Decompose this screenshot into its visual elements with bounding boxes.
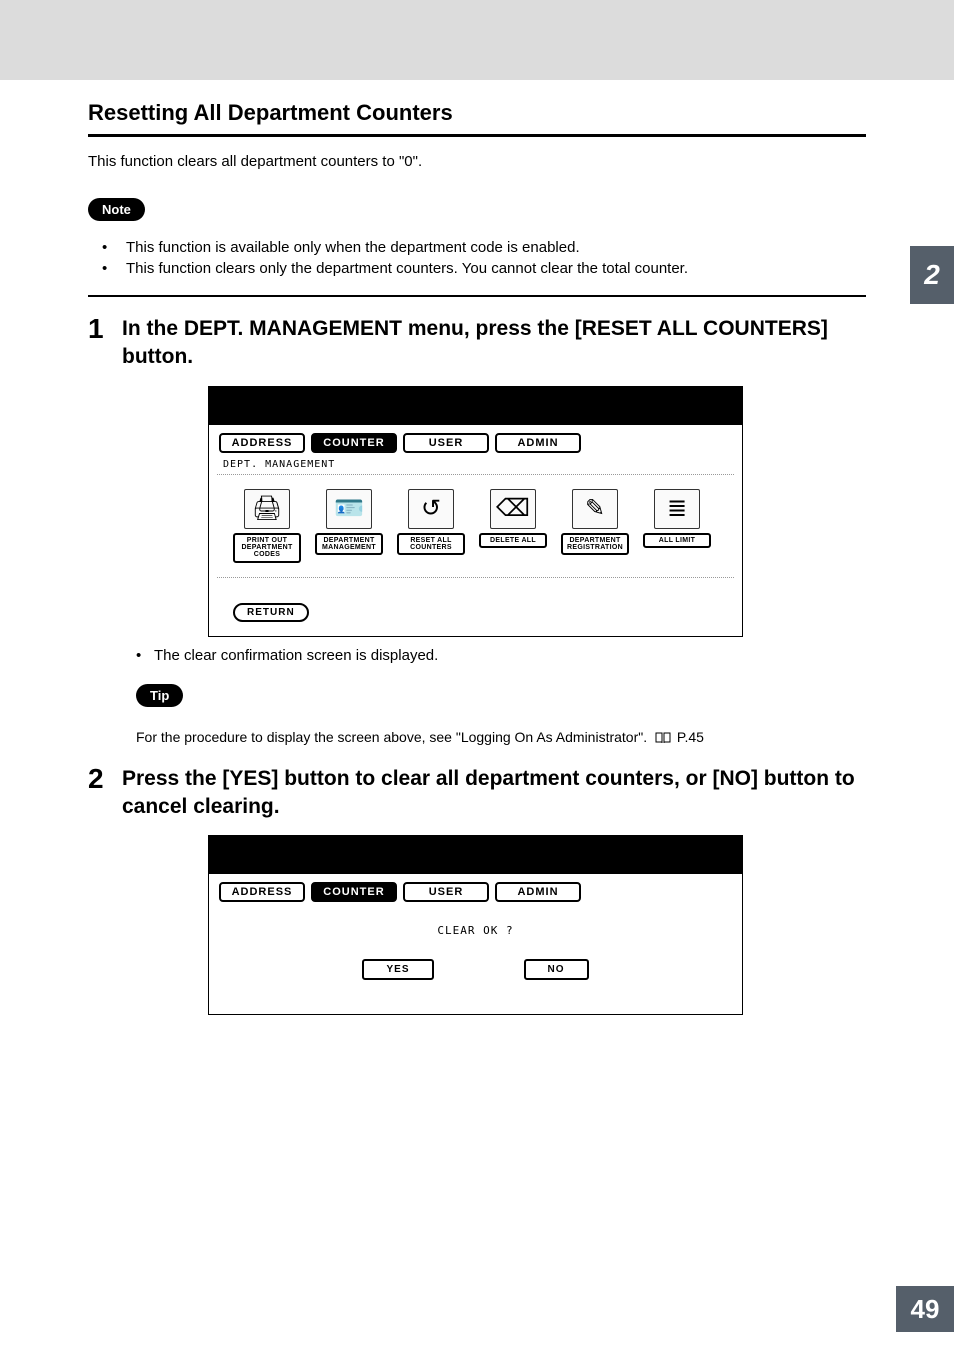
intro-text: This function clears all department coun… (88, 153, 866, 170)
page-number: 49 (896, 1286, 954, 1332)
dept-management-panel: ADDRESS COUNTER USER ADMIN DEPT. MANAGEM… (208, 386, 743, 637)
step-number: 1 (88, 315, 108, 372)
no-button[interactable]: NO (524, 959, 589, 980)
chapter-tab: 2 (910, 246, 954, 304)
icon-caption: RESET ALL COUNTERS (397, 533, 465, 556)
tip-badge: Tip (136, 684, 183, 707)
icon-caption: DELETE ALL (479, 533, 547, 548)
tab-admin[interactable]: ADMIN (495, 882, 581, 902)
tab-counter[interactable]: COUNTER (311, 433, 397, 453)
return-button[interactable]: RETURN (233, 603, 309, 622)
all-limit-button[interactable]: ≣ ALL LIMIT (643, 489, 711, 563)
delete-icon: ⌫ (490, 489, 536, 529)
card-icon: 🪪 (326, 489, 372, 529)
panel-divider (217, 577, 734, 578)
tab-user[interactable]: USER (403, 433, 489, 453)
tip-text-body: For the procedure to display the screen … (136, 729, 647, 745)
panel-divider (217, 474, 734, 475)
panel-subtitle: DEPT. MANAGEMENT (217, 457, 734, 472)
clear-confirmation-panel: ADDRESS COUNTER USER ADMIN CLEAR OK ? YE… (208, 835, 743, 1015)
printer-icon: 🖨 (244, 489, 290, 529)
note-item: This function clears only the department… (102, 260, 866, 277)
section-title: Resetting All Department Counters (88, 100, 866, 126)
tabs-row: ADDRESS COUNTER USER ADMIN (217, 433, 734, 457)
dept-registration-button[interactable]: ✎ DEPARTMENT REGISTRATION (561, 489, 629, 563)
step-number: 2 (88, 765, 108, 822)
panel-topbar (209, 387, 742, 425)
rule-mid (88, 295, 866, 297)
icon-caption: ALL LIMIT (643, 533, 711, 548)
tip-pageref: P.45 (677, 729, 704, 745)
reset-icon: ↺ (408, 489, 454, 529)
step-2: 2 Press the [YES] button to clear all de… (88, 765, 866, 822)
rule-top (88, 134, 866, 137)
delete-all-button[interactable]: ⌫ DELETE ALL (479, 489, 547, 563)
step-text: In the DEPT. MANAGEMENT menu, press the … (122, 315, 866, 372)
tab-counter[interactable]: COUNTER (311, 882, 397, 902)
reset-all-counters-button[interactable]: ↺ RESET ALL COUNTERS (397, 489, 465, 563)
tab-user[interactable]: USER (403, 882, 489, 902)
tabs-row: ADDRESS COUNTER USER ADMIN (217, 882, 734, 906)
icon-caption: DEPARTMENT MANAGEMENT (315, 533, 383, 556)
book-icon (655, 731, 671, 747)
register-icon: ✎ (572, 489, 618, 529)
note-list: This function is available only when the… (88, 239, 866, 277)
icon-caption: DEPARTMENT REGISTRATION (561, 533, 629, 556)
yes-button[interactable]: YES (362, 959, 433, 980)
note-item: The clear confirmation screen is display… (136, 647, 866, 664)
tip-text: For the procedure to display the screen … (88, 729, 866, 747)
icon-row: 🖨 PRINT OUT DEPARTMENT CODES 🪪 DEPARTMEN… (217, 485, 734, 563)
after-panel-note: The clear confirmation screen is display… (88, 647, 866, 664)
step-1: 1 In the DEPT. MANAGEMENT menu, press th… (88, 315, 866, 372)
note-badge: Note (88, 198, 145, 221)
confirm-question: CLEAR OK ? (217, 924, 734, 937)
dept-management-button[interactable]: 🪪 DEPARTMENT MANAGEMENT (315, 489, 383, 563)
limit-icon: ≣ (654, 489, 700, 529)
step-text: Press the [YES] button to clear all depa… (122, 765, 866, 822)
note-item: This function is available only when the… (102, 239, 866, 256)
tab-address[interactable]: ADDRESS (219, 882, 305, 902)
panel-topbar (209, 836, 742, 874)
icon-caption: PRINT OUT DEPARTMENT CODES (233, 533, 301, 563)
tab-address[interactable]: ADDRESS (219, 433, 305, 453)
print-out-dept-codes-button[interactable]: 🖨 PRINT OUT DEPARTMENT CODES (233, 489, 301, 563)
tab-admin[interactable]: ADMIN (495, 433, 581, 453)
